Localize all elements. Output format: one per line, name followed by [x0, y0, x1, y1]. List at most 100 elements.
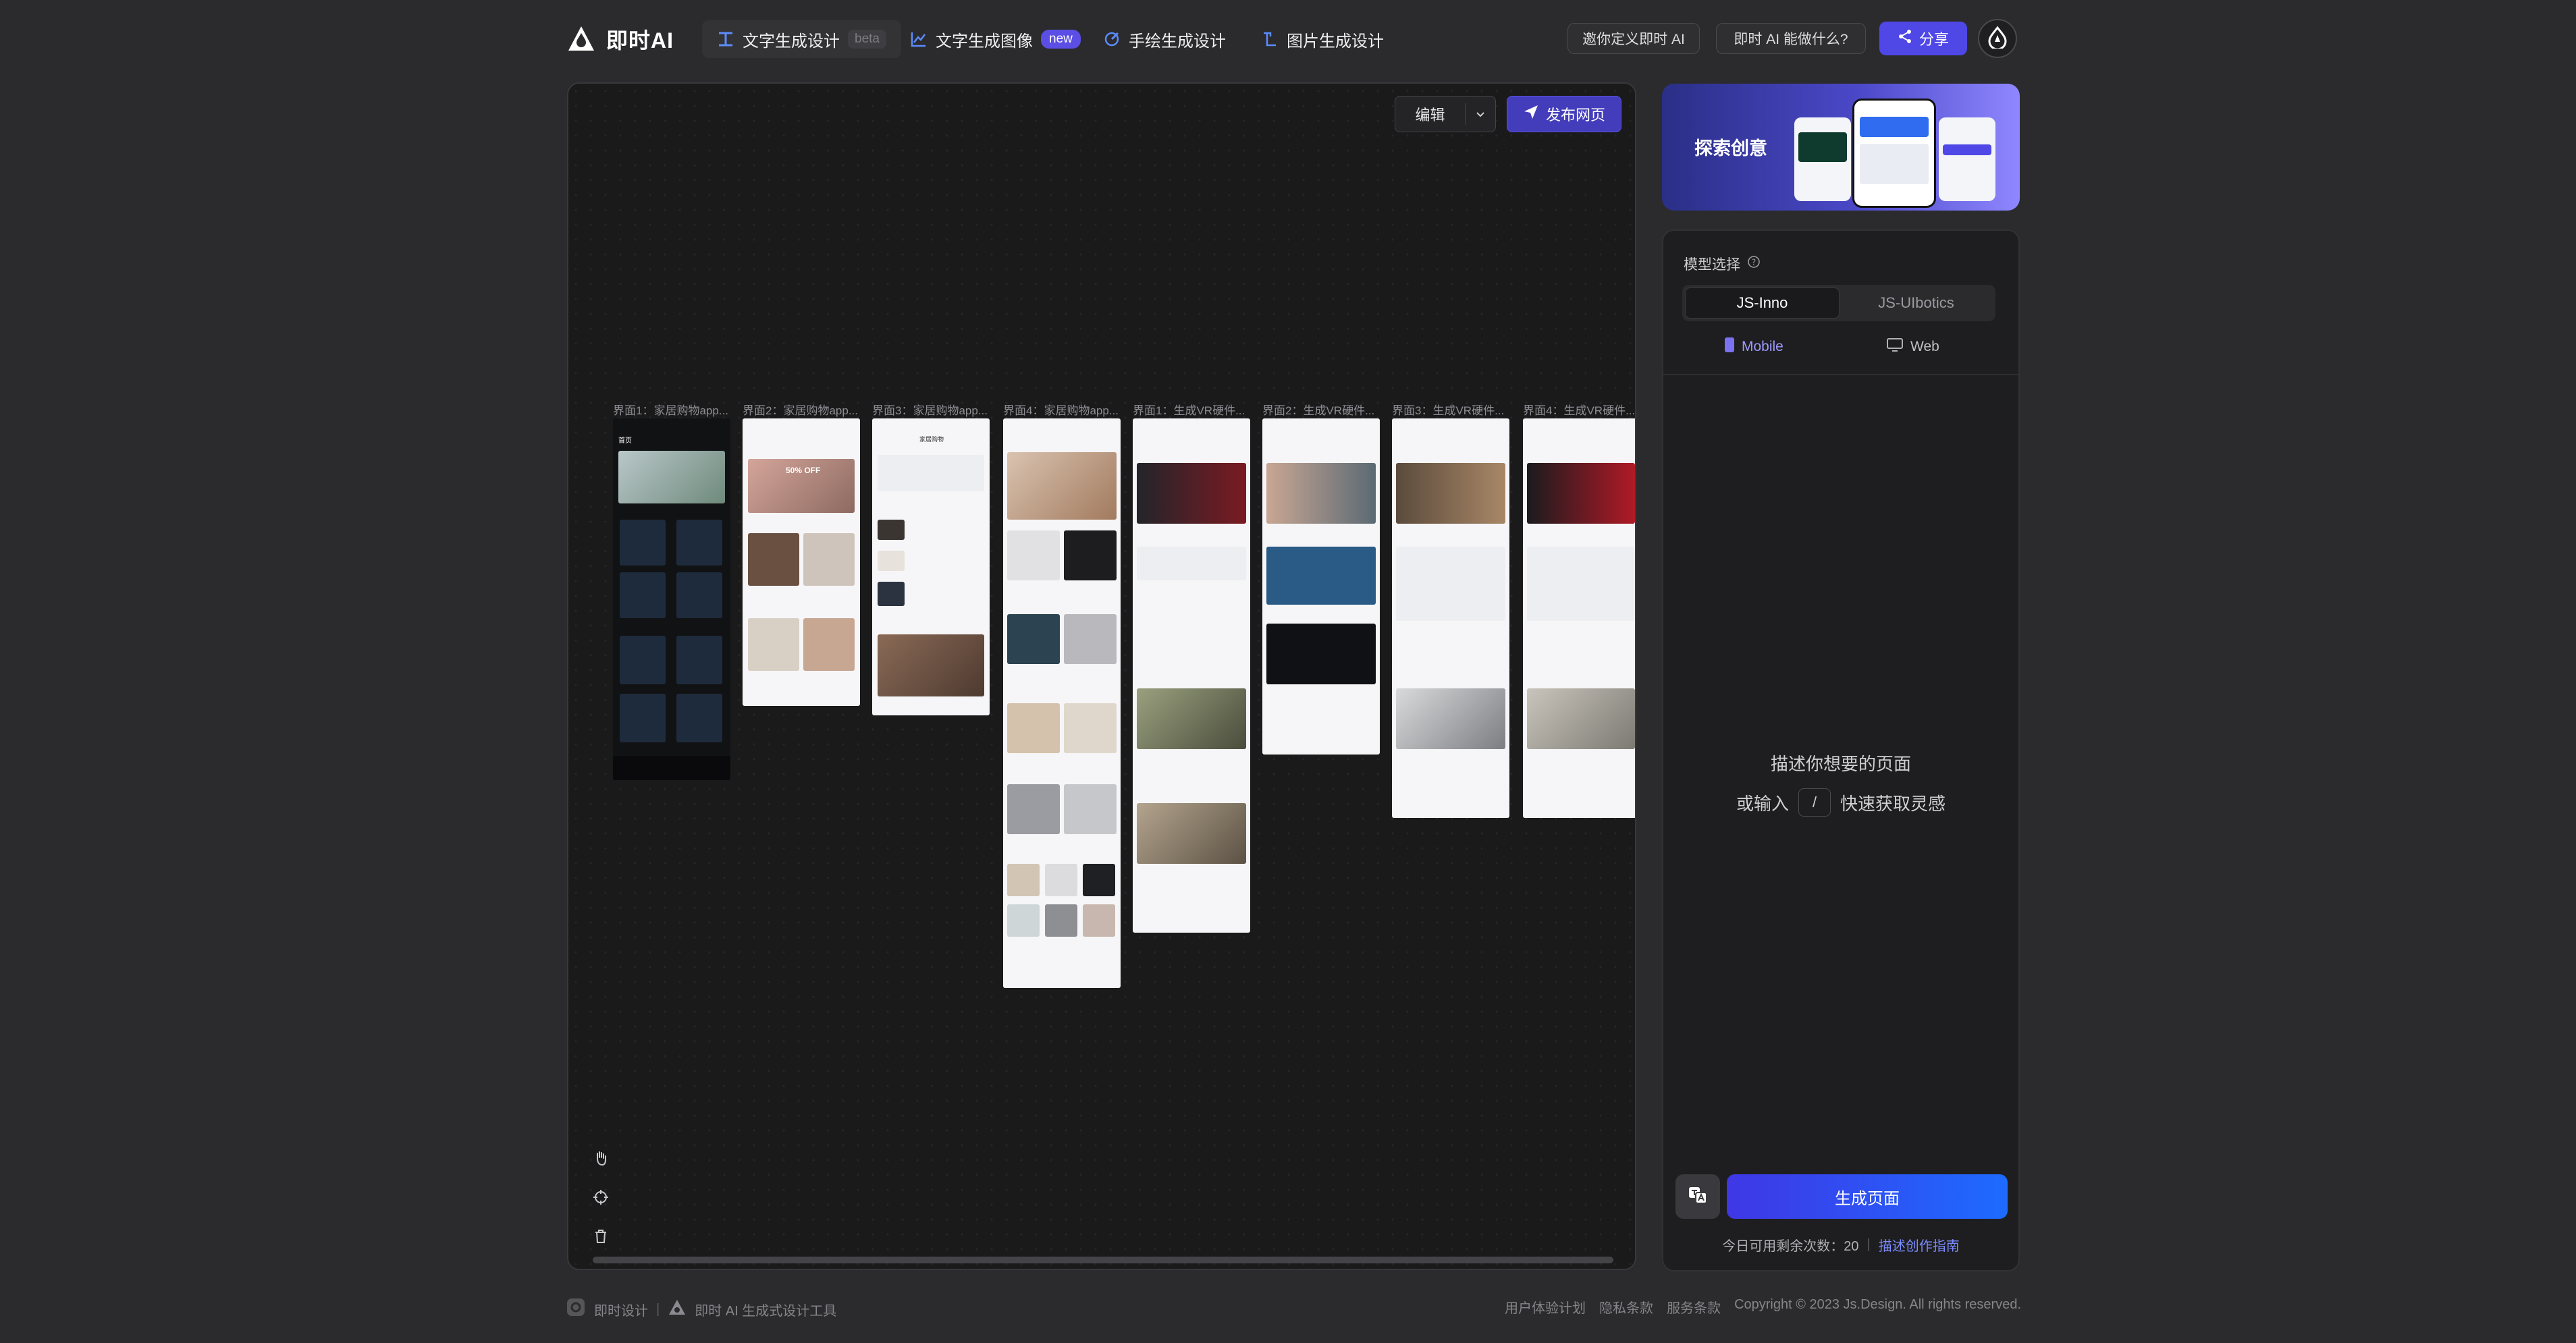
- device-web[interactable]: Web: [1886, 332, 1939, 362]
- tab-text-to-image[interactable]: 文字生成图像 new: [895, 20, 1096, 58]
- phone-mockup: [1852, 99, 1936, 208]
- tab-label: 图片生成设计: [1287, 32, 1384, 51]
- frame-shopping[interactable]: 家居购物: [872, 418, 990, 715]
- thumb: [1083, 904, 1115, 937]
- vr-hero: [1396, 463, 1505, 524]
- footer-brand-1[interactable]: 即时设计: [594, 1300, 648, 1319]
- tab-text-to-design[interactable]: 文字生成设计 beta: [702, 20, 901, 58]
- what-can-ai-do-button[interactable]: 即时 AI 能做什么?: [1716, 23, 1866, 54]
- tab-label: 文字生成设计: [743, 32, 840, 51]
- quota-info: 今日可用剩余次数：20 | 描述创作指南: [1663, 1235, 2018, 1255]
- thumb: [878, 551, 905, 571]
- hint-prefix: 或输入: [1736, 793, 1789, 814]
- translate-button[interactable]: [1675, 1174, 1720, 1219]
- frame-vr-1[interactable]: [1133, 418, 1250, 933]
- video-strip: [1266, 547, 1376, 605]
- footer-link-ux-program[interactable]: 用户体验计划: [1505, 1297, 1586, 1317]
- product-image: [1007, 614, 1060, 664]
- building-image: [1137, 803, 1246, 864]
- product-tile: [676, 636, 722, 684]
- device-label: Mobile: [1742, 339, 1783, 354]
- product-image: [1007, 530, 1060, 580]
- separator: |: [1867, 1237, 1871, 1252]
- model-option-js-uibotics[interactable]: JS-UIbotics: [1840, 287, 1993, 319]
- product-image: [1396, 688, 1505, 749]
- monitor-icon: [1886, 337, 1904, 356]
- invite-button[interactable]: 邀你定义即时 AI: [1567, 23, 1700, 54]
- frame-vr-2[interactable]: [1262, 418, 1380, 755]
- frame-product-list[interactable]: [1003, 418, 1121, 988]
- model-title-label: 模型选择: [1684, 257, 1740, 273]
- new-badge: new: [1041, 30, 1081, 49]
- device-mobile[interactable]: Mobile: [1724, 332, 1783, 362]
- help-icon[interactable]: ?: [1747, 255, 1761, 273]
- product-tile: [620, 636, 666, 684]
- pencil-icon: [1103, 30, 1121, 48]
- edit-dropdown[interactable]: 编辑: [1395, 96, 1496, 132]
- product-image: [1064, 784, 1117, 834]
- frame-title: 家居购物: [919, 436, 944, 443]
- product-tile: [676, 572, 722, 618]
- product-image: [748, 618, 799, 671]
- thumb: [1045, 864, 1077, 896]
- jsdesign-logo-icon: [566, 1297, 586, 1321]
- device-label: Web: [1910, 339, 1939, 354]
- dark-card: [1266, 624, 1376, 684]
- product-tile: [676, 694, 722, 742]
- product-tile: [620, 520, 666, 566]
- spec-list: [1137, 547, 1246, 580]
- horizontal-scrollbar[interactable]: [593, 1257, 1613, 1263]
- thumb: [878, 582, 905, 606]
- share-icon: [1898, 29, 1912, 48]
- ai-panel: 模型选择 ? JS-Inno JS-UIbotics Mobile Web 描述…: [1662, 229, 2020, 1271]
- frame-home-dark[interactable]: 首页: [613, 418, 730, 780]
- hero-image: [1007, 452, 1117, 520]
- tab-sketch-to-design[interactable]: 手绘生成设计: [1088, 20, 1241, 58]
- model-option-js-inno[interactable]: JS-Inno: [1685, 287, 1840, 319]
- vr-hero: [1137, 463, 1246, 524]
- footer-brand-2[interactable]: 即时 AI 生成式设计工具: [695, 1300, 836, 1319]
- product-image: [803, 618, 855, 671]
- thumb: [1045, 904, 1077, 937]
- frame-home-light[interactable]: 50% OFF: [743, 418, 860, 706]
- product-tile: [620, 572, 666, 618]
- quota-text: 今日可用剩余次数：20: [1722, 1239, 1859, 1254]
- publish-button[interactable]: 发布网页: [1507, 96, 1621, 132]
- spec-list: [1527, 547, 1635, 621]
- crosshair-icon[interactable]: [587, 1184, 614, 1211]
- footer-brand: 即时设计 | 即时 AI 生成式设计工具: [566, 1297, 836, 1321]
- frame-vr-3[interactable]: [1392, 418, 1509, 818]
- product-image: [1527, 688, 1635, 749]
- guide-link[interactable]: 描述创作指南: [1879, 1235, 1960, 1255]
- trash-icon[interactable]: [587, 1223, 614, 1250]
- product-image: [1064, 703, 1117, 753]
- explore-banner[interactable]: 探索创意: [1662, 84, 2020, 211]
- building-image: [1137, 688, 1246, 749]
- product-image: [1007, 784, 1060, 834]
- product-image: [1064, 614, 1117, 664]
- bottom-nav: [613, 756, 730, 780]
- product-image: [748, 533, 799, 586]
- prompt-hint-slash: 或输入 / 快速获取灵感: [1663, 788, 2018, 817]
- user-avatar[interactable]: [1978, 19, 2017, 58]
- send-icon: [1523, 104, 1539, 124]
- footer-link-terms[interactable]: 服务条款: [1667, 1297, 1721, 1317]
- generate-page-button[interactable]: 生成页面: [1727, 1174, 2008, 1219]
- tab-image-to-design[interactable]: 图片生成设计: [1246, 20, 1399, 58]
- hand-icon[interactable]: [587, 1145, 614, 1172]
- frame-label: 界面4：家居购物app...: [1003, 404, 1119, 417]
- beta-badge: beta: [848, 30, 886, 49]
- footer-link-privacy[interactable]: 隐私条款: [1599, 1297, 1653, 1317]
- frame-vr-4[interactable]: [1523, 418, 1635, 818]
- brand-logo[interactable]: 即时AI: [566, 20, 674, 58]
- share-button[interactable]: 分享: [1879, 22, 1967, 55]
- design-canvas[interactable]: 编辑 发布网页 界面1：家居购物app... 界面2：家居购物app... 界面…: [567, 82, 1636, 1270]
- thumb: [1007, 864, 1040, 896]
- frame-label: 界面2：家居购物app...: [743, 404, 858, 417]
- product-image: [1007, 703, 1060, 753]
- model-segmented-control: JS-Inno JS-UIbotics: [1682, 285, 1995, 321]
- chevron-down-icon: [1466, 109, 1495, 119]
- model-select-title: 模型选择 ?: [1684, 254, 1761, 274]
- phone-mockup: [1794, 117, 1851, 201]
- frame-label: 界面3：家居购物app...: [872, 404, 988, 417]
